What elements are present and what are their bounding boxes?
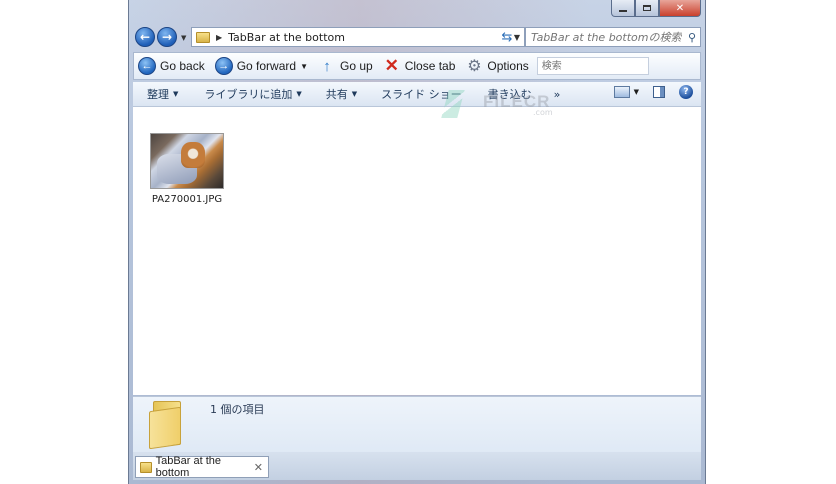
chevron-down-icon[interactable]: ▼ <box>300 62 308 71</box>
share-menu[interactable]: 共有 ▼ <box>326 86 357 102</box>
search-input[interactable] <box>526 29 684 45</box>
address-row: ← → ▼ ▶ TabBar at the bottom ▼ ⇆ ⚲ <box>133 25 701 49</box>
add-to-library-menu[interactable]: ライブラリに追加 ▼ <box>204 86 301 102</box>
forward-nav-button[interactable]: → <box>157 27 177 47</box>
tab-label: TabBar at the bottom <box>155 455 222 479</box>
organize-menu[interactable]: 整理 ▼ <box>147 86 178 102</box>
watermark-subtext: .com <box>533 108 553 117</box>
view-controls: ▼ ? <box>604 85 693 99</box>
go-forward-button[interactable]: → Go forward ▼ <box>214 57 308 75</box>
search-icon[interactable]: ⚲ <box>684 31 700 44</box>
back-arrow-icon: ← <box>138 57 156 75</box>
go-back-button[interactable]: ← Go back <box>138 57 205 75</box>
caption-buttons: ✕ <box>611 0 701 17</box>
breadcrumb-current[interactable]: TabBar at the bottom <box>228 31 514 44</box>
arrow-right-icon: → <box>161 30 173 44</box>
folder-icon <box>140 461 152 473</box>
preview-pane-icon[interactable] <box>653 86 665 98</box>
help-icon[interactable]: ? <box>679 85 693 99</box>
address-bar[interactable]: ▶ TabBar at the bottom ▼ <box>191 27 525 47</box>
tab-close-icon[interactable]: ✕ <box>254 461 263 474</box>
watermark-logo: FILECR .com <box>441 86 555 120</box>
go-up-label: Go up <box>339 59 373 73</box>
chevron-down-icon[interactable]: ▼ <box>634 88 639 96</box>
chevron-down-icon: ▼ <box>296 90 302 98</box>
organize-label: 整理 <box>147 88 169 101</box>
file-item[interactable]: PA270001.JPG <box>149 133 225 205</box>
close-tab-label: Close tab <box>404 59 456 73</box>
go-forward-label: Go forward <box>236 59 297 73</box>
options-button[interactable]: ⚙ Options <box>465 57 529 75</box>
refresh-button[interactable]: ⇆ <box>497 27 517 47</box>
maximize-icon <box>643 5 651 11</box>
tab-toolbar: ← Go back → Go forward ▼ ↑ Go up ✕ Close… <box>133 52 701 80</box>
red-x-icon: ✕ <box>384 56 399 75</box>
gear-icon: ⚙ <box>467 58 482 75</box>
recent-pages-dropdown[interactable]: ▼ <box>181 34 186 42</box>
file-list[interactable]: PA270001.JPG <box>133 107 701 395</box>
tab-tabbar-at-the-bottom[interactable]: TabBar at the bottom ✕ <box>135 455 269 479</box>
close-tab-button[interactable]: ✕ Close tab <box>383 56 456 75</box>
forward-arrow-icon: → <box>214 57 233 75</box>
options-label: Options <box>487 59 529 73</box>
chevron-down-icon: ▼ <box>173 90 179 98</box>
go-back-label: Go back <box>160 59 205 73</box>
arrow-left-icon: ← <box>139 30 151 44</box>
chevron-down-icon: ▼ <box>351 90 358 98</box>
go-up-button[interactable]: ↑ Go up <box>318 57 373 75</box>
share-label: 共有 <box>325 88 348 101</box>
toolbar-search-input[interactable] <box>536 57 649 75</box>
explorer-window: ✕ ← → ▼ ▶ TabBar at the bottom ▼ ⇆ ⚲ ← G… <box>128 0 706 484</box>
close-icon: ✕ <box>675 2 685 14</box>
close-button[interactable]: ✕ <box>659 0 701 17</box>
search-box[interactable]: ⚲ <box>525 27 701 47</box>
breadcrumb-separator-icon[interactable]: ▶ <box>216 33 222 42</box>
refresh-icon: ⇆ <box>501 29 513 45</box>
image-thumbnail <box>150 133 224 189</box>
minimize-button[interactable] <box>611 0 635 17</box>
folder-icon <box>196 31 210 43</box>
add-to-library-label: ライブラリに追加 <box>204 88 293 101</box>
change-view-icon[interactable] <box>613 86 630 98</box>
maximize-button[interactable] <box>635 0 659 17</box>
details-pane: 1 個の項目 <box>133 396 701 453</box>
command-bar: 整理 ▼ ライブラリに追加 ▼ 共有 ▼ スライド ショー 書き込む » ▼ ? <box>133 82 701 107</box>
tab-bar: TabBar at the bottom ✕ <box>133 452 701 480</box>
up-arrow-icon: ↑ <box>323 57 331 75</box>
file-name: PA270001.JPG <box>151 194 223 205</box>
minimize-icon <box>619 9 627 12</box>
item-count: 1 個の項目 <box>210 403 265 416</box>
back-nav-button[interactable]: ← <box>135 27 155 47</box>
large-folder-icon <box>149 401 185 450</box>
